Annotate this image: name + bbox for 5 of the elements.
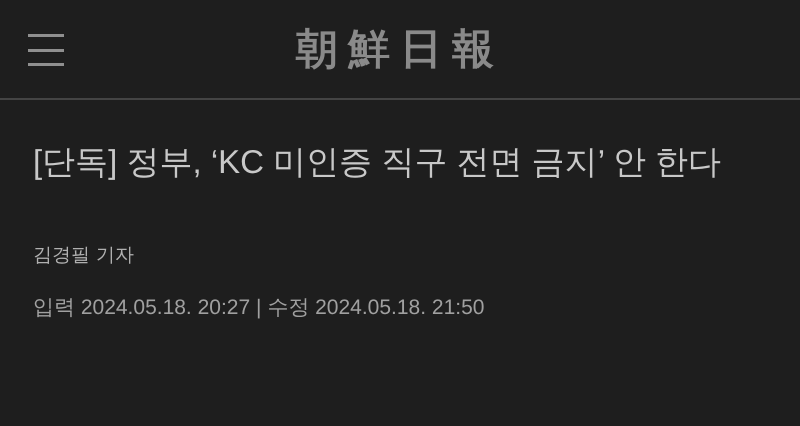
headline: [단독] 정부, ‘KC 미인증 직구 전면 금지’ 안 한다 [33,142,722,182]
logo[interactable]: 朝鮮日報 [296,28,504,70]
dateline: 입력 2024.05.18. 20:27 | 수정 2024.05.18. 21:50 [33,294,486,320]
menu-icon[interactable] [28,33,64,67]
byline: 김경필 기자 [33,243,136,268]
